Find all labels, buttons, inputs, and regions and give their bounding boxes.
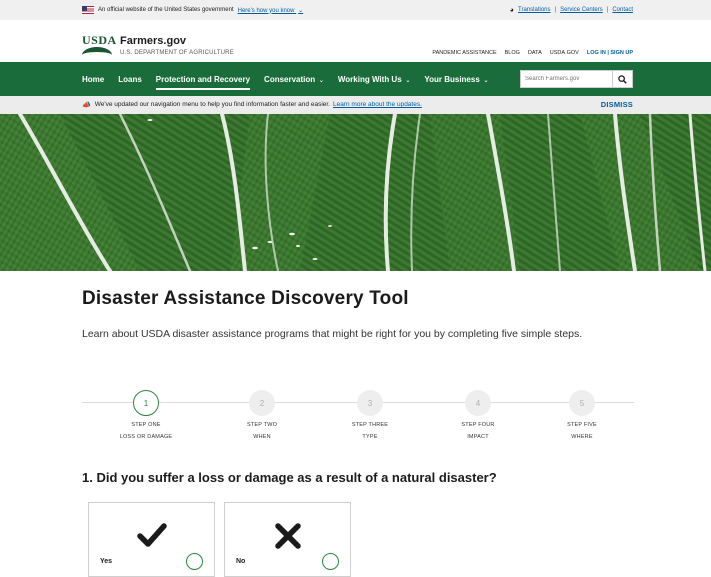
choice-label: No [236,558,246,565]
step-2[interactable]: 2 STEP TWO WHEN [222,390,302,440]
hero-image [0,114,711,271]
nav-item-home[interactable]: Home [82,75,104,84]
us-flag-icon [82,6,94,14]
utility-link-blog[interactable]: BLOG [505,50,520,56]
step-4[interactable]: 4 STEP FOUR IMPACT [438,390,518,440]
choice-yes-card[interactable]: Yes [88,502,215,577]
main-nav: Home Loans Protection and Recovery Conse… [0,62,711,96]
utility-link-pandemic[interactable]: PANDEMIC ASSISTANCE [432,50,496,56]
chevron-down-icon: ⌄ [317,77,324,84]
progress-stepper: 1 STEP ONE LOSS OR DAMAGE 2 STEP TWO WHE… [82,390,634,450]
search-icon [618,74,627,84]
translations-link[interactable]: Translations [518,7,550,13]
radio-button[interactable] [186,553,203,570]
usda-swoosh-icon [82,47,112,55]
service-centers-link[interactable]: Service Centers [560,7,603,13]
dismiss-button[interactable]: DISMISS [601,100,633,109]
divider: | [554,7,557,13]
utility-link-usda[interactable]: USDA.GOV [550,50,579,56]
alert-bar: 📣 We've updated our navigation menu to h… [0,96,711,114]
step-circle: 3 [357,390,383,416]
nav-item-conservation[interactable]: Conservation ⌄ [264,75,324,84]
step-sublabel: TYPE [362,434,378,440]
question-heading: 1. Did you suffer a loss or damage as a … [82,470,497,485]
intro-text: Learn about USDA disaster assistance pro… [82,328,583,340]
radio-button[interactable] [322,553,339,570]
step-5[interactable]: 5 STEP FIVE WHERE [542,390,622,440]
chevron-down-icon: ⌄ [298,7,304,14]
site-subtitle: U.S. DEPARTMENT OF AGRICULTURE [120,50,234,56]
step-circle: 5 [569,390,595,416]
step-label: STEP TWO [246,422,278,428]
step-sublabel: WHERE [571,434,593,440]
nav-item-loans[interactable]: Loans [118,75,142,84]
megaphone-icon: 📣 [82,101,91,109]
step-label: STEP ONE [131,422,161,428]
site-name[interactable]: Farmers.gov [120,35,186,47]
usda-logo[interactable]: USDA [82,34,116,58]
alert-learn-more-link[interactable]: Learn more about the updates. [333,101,422,108]
step-label: STEP FIVE [567,422,597,428]
login-signup-link[interactable]: LOG IN | SIGN UP [587,50,633,56]
x-icon [275,523,301,549]
step-circle: 1 [133,390,159,416]
search-input[interactable] [520,70,613,88]
nav-item-your-business[interactable]: Your Business ⌄ [424,75,488,84]
chevron-down-icon: ⌄ [403,77,411,84]
step-circle: 4 [465,390,491,416]
chevron-down-icon: ⌄ [481,77,489,84]
globe-icon: ◕ [509,6,515,14]
site-header: USDA Farmers.gov U.S. DEPARTMENT OF AGRI… [0,20,711,62]
step-sublabel: LOSS OR DAMAGE [119,434,173,440]
step-label: STEP THREE [351,422,389,428]
search-button[interactable] [613,70,633,88]
utility-nav: PANDEMIC ASSISTANCE BLOG DATA USDA.GOV L… [432,50,633,56]
nav-item-protection-recovery[interactable]: Protection and Recovery [155,75,251,90]
choice-label: Yes [100,558,113,565]
how-you-know-link[interactable]: Here's how you know ⌄ [238,7,304,14]
checkmark-icon [137,523,167,547]
gov-banner: An official website of the United States… [0,0,711,20]
official-site-text: An official website of the United States… [98,7,234,13]
step-label: STEP FOUR [461,422,495,428]
choice-no-card[interactable]: No [224,502,351,577]
step-circle: 2 [249,390,275,416]
alert-text: We've updated our navigation menu to hel… [94,101,330,108]
step-1[interactable]: 1 STEP ONE LOSS OR DAMAGE [106,390,186,440]
step-sublabel: WHEN [253,434,271,440]
contact-link[interactable]: Contact [612,7,633,13]
step-3[interactable]: 3 STEP THREE TYPE [330,390,410,440]
utility-link-data[interactable]: DATA [528,50,542,56]
step-sublabel: IMPACT [467,434,489,440]
divider: | [606,7,609,13]
page-title: Disaster Assistance Discovery Tool [82,288,409,309]
nav-item-working-with-us[interactable]: Working With Us ⌄ [338,75,410,84]
